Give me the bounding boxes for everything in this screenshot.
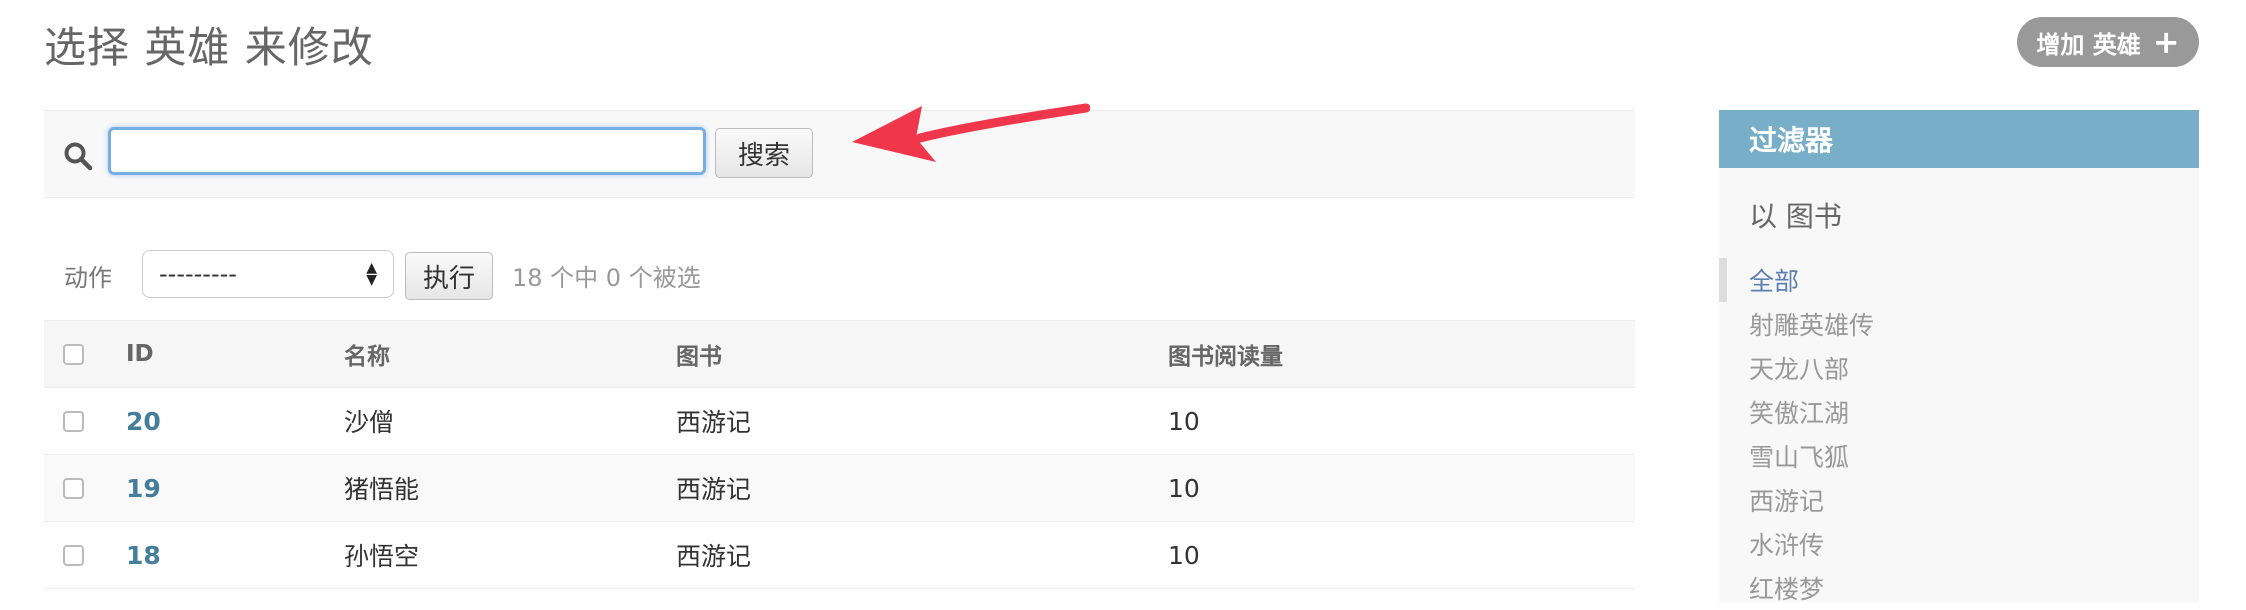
table-header-row: ID 名称 图书 图书阅读量 [44,320,1635,388]
row-name: 孙悟空 [344,542,420,571]
add-hero-button[interactable]: 增加 英雄 + [2017,17,2199,67]
row-checkbox[interactable] [63,545,84,566]
plus-icon: + [2152,23,2180,61]
row-name: 猪悟能 [344,475,420,504]
column-header-id[interactable]: ID [126,321,154,387]
row-book: 西游记 [676,475,752,504]
table-row: 19 猪悟能 西游记 10 [44,455,1635,522]
table-row: 18 孙悟空 西游记 10 [44,522,1635,589]
results-table: ID 名称 图书 图书阅读量 20 沙僧 西游记 10 19 猪悟能 西游记 1… [44,320,1635,589]
row-checkbox[interactable] [63,411,84,432]
filter-item-all[interactable]: 全部 [1719,258,2199,302]
select-all-checkbox[interactable] [63,344,84,365]
row-book-reads: 10 [1168,540,1200,570]
row-checkbox[interactable] [63,478,84,499]
page-title: 选择 英雄 来修改 [44,23,374,72]
row-book: 西游记 [676,408,752,437]
search-button[interactable]: 搜索 [715,128,813,178]
annotation-arrow [852,103,1090,162]
filter-item-book[interactable]: 雪山飞狐 [1719,434,2199,478]
filter-item-book[interactable]: 天龙八部 [1719,346,2199,390]
row-book-reads: 10 [1168,406,1200,436]
row-book: 西游记 [676,542,752,571]
filter-item-book[interactable]: 水浒传 [1719,522,2199,566]
search-icon [64,142,93,171]
filter-item-book[interactable]: 西游记 [1719,478,2199,522]
run-action-button[interactable]: 执行 [405,252,493,300]
filter-item-book[interactable]: 笑傲江湖 [1719,390,2199,434]
action-select-value: --------- [159,260,237,288]
select-arrows-icon: ▲ ▼ [366,260,377,288]
filter-item-book[interactable]: 射雕英雄传 [1719,302,2199,346]
column-header-book[interactable]: 图书 [676,321,722,387]
selection-counter: 18 个中 0 个被选 [512,264,701,292]
filter-list: 全部 射雕英雄传 天龙八部 笑傲江湖 雪山飞狐 西游记 水浒传 红楼梦 [1719,258,2199,610]
filter-section-title: 以 图书 [1749,200,1842,233]
row-id-link[interactable]: 19 [126,455,161,521]
table-row: 20 沙僧 西游记 10 [44,388,1635,455]
action-select[interactable]: --------- ▲ ▼ [142,250,394,298]
row-id-link[interactable]: 20 [126,388,161,454]
action-label: 动作 [64,264,112,292]
column-header-book-reads[interactable]: 图书阅读量 [1168,321,1283,387]
row-book-reads: 10 [1168,473,1200,503]
column-header-name[interactable]: 名称 [344,321,390,387]
filter-title: 过滤器 [1719,110,2199,168]
search-input[interactable] [108,127,706,175]
row-id-link[interactable]: 18 [126,522,161,588]
row-name: 沙僧 [344,408,395,437]
filter-item-book[interactable]: 红楼梦 [1719,566,2199,610]
add-hero-button-label: 增加 英雄 [2036,30,2141,59]
